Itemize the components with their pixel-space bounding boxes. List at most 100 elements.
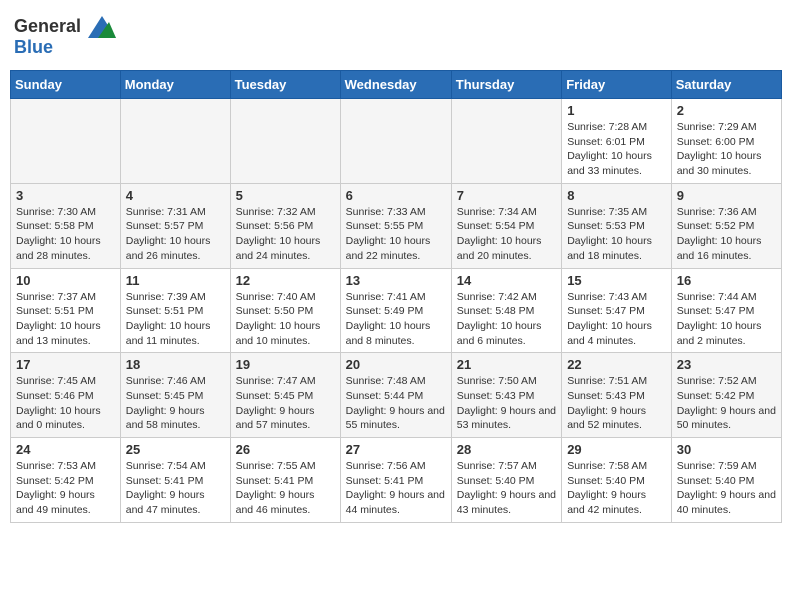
day-number: 19 <box>236 357 335 372</box>
day-number: 16 <box>677 273 776 288</box>
day-number: 3 <box>16 188 115 203</box>
day-info: Sunrise: 7:47 AM Sunset: 5:45 PM Dayligh… <box>236 374 335 433</box>
page-header: General Blue <box>10 10 782 62</box>
calendar-cell: 8 Sunrise: 7:35 AM Sunset: 5:53 PM Daylig… <box>562 183 672 268</box>
day-number: 24 <box>16 442 115 457</box>
calendar-cell: 6 Sunrise: 7:33 AM Sunset: 5:55 PM Daylig… <box>340 183 451 268</box>
calendar-cell: 20 Sunrise: 7:48 AM Sunset: 5:44 PM Dayli… <box>340 353 451 438</box>
day-number: 29 <box>567 442 666 457</box>
day-info: Sunrise: 7:42 AM Sunset: 5:48 PM Dayligh… <box>457 290 556 349</box>
calendar-week-row: 24Sunrise: 7:53 AM Sunset: 5:42 PM Dayli… <box>11 438 782 523</box>
day-info: Sunrise: 7:50 AM Sunset: 5:43 PM Dayligh… <box>457 374 556 433</box>
calendar-cell: 25 Sunrise: 7:54 AM Sunset: 5:41 PM Dayli… <box>120 438 230 523</box>
day-number: 12 <box>236 273 335 288</box>
day-info: Sunrise: 7:28 AM Sunset: 6:01 PM Dayligh… <box>567 120 666 179</box>
calendar-week-row: 3 Sunrise: 7:30 AM Sunset: 5:58 PM Daylig… <box>11 183 782 268</box>
weekday-header-tuesday: Tuesday <box>230 71 340 99</box>
calendar-cell: 3 Sunrise: 7:30 AM Sunset: 5:58 PM Daylig… <box>11 183 121 268</box>
weekday-header-friday: Friday <box>562 71 672 99</box>
calendar-table: SundayMondayTuesdayWednesdayThursdayFrid… <box>10 70 782 523</box>
day-info: Sunrise: 7:30 AM Sunset: 5:58 PM Dayligh… <box>16 205 115 264</box>
calendar-cell: 28 Sunrise: 7:57 AM Sunset: 5:40 PM Dayli… <box>451 438 561 523</box>
day-info: Sunrise: 7:29 AM Sunset: 6:00 PM Dayligh… <box>677 120 776 179</box>
day-number: 21 <box>457 357 556 372</box>
calendar-cell: 2 Sunrise: 7:29 AM Sunset: 6:00 PM Daylig… <box>671 99 781 184</box>
day-info: Sunrise: 7:32 AM Sunset: 5:56 PM Dayligh… <box>236 205 335 264</box>
calendar-cell <box>451 99 561 184</box>
calendar-cell: 13 Sunrise: 7:41 AM Sunset: 5:49 PM Dayli… <box>340 268 451 353</box>
calendar-cell: 30 Sunrise: 7:59 AM Sunset: 5:40 PM Dayli… <box>671 438 781 523</box>
day-number: 5 <box>236 188 335 203</box>
day-info: Sunrise: 7:52 AM Sunset: 5:42 PM Dayligh… <box>677 374 776 433</box>
weekday-header-wednesday: Wednesday <box>340 71 451 99</box>
calendar-cell: 5 Sunrise: 7:32 AM Sunset: 5:56 PM Daylig… <box>230 183 340 268</box>
calendar-cell: 21 Sunrise: 7:50 AM Sunset: 5:43 PM Dayli… <box>451 353 561 438</box>
day-number: 7 <box>457 188 556 203</box>
day-info: Sunrise: 7:39 AM Sunset: 5:51 PM Dayligh… <box>126 290 225 349</box>
day-number: 8 <box>567 188 666 203</box>
calendar-cell: 23Sunrise: 7:52 AM Sunset: 5:42 PM Dayli… <box>671 353 781 438</box>
weekday-header-monday: Monday <box>120 71 230 99</box>
day-number: 15 <box>567 273 666 288</box>
calendar-cell: 26 Sunrise: 7:55 AM Sunset: 5:41 PM Dayli… <box>230 438 340 523</box>
day-info: Sunrise: 7:59 AM Sunset: 5:40 PM Dayligh… <box>677 459 776 518</box>
day-number: 22 <box>567 357 666 372</box>
day-number: 17 <box>16 357 115 372</box>
day-number: 10 <box>16 273 115 288</box>
day-number: 13 <box>346 273 446 288</box>
calendar-cell: 19 Sunrise: 7:47 AM Sunset: 5:45 PM Dayli… <box>230 353 340 438</box>
day-info: Sunrise: 7:57 AM Sunset: 5:40 PM Dayligh… <box>457 459 556 518</box>
day-info: Sunrise: 7:36 AM Sunset: 5:52 PM Dayligh… <box>677 205 776 264</box>
day-number: 26 <box>236 442 335 457</box>
day-number: 20 <box>346 357 446 372</box>
calendar-cell: 11 Sunrise: 7:39 AM Sunset: 5:51 PM Dayli… <box>120 268 230 353</box>
calendar-cell: 4 Sunrise: 7:31 AM Sunset: 5:57 PM Daylig… <box>120 183 230 268</box>
day-number: 11 <box>126 273 225 288</box>
calendar-cell <box>11 99 121 184</box>
day-info: Sunrise: 7:35 AM Sunset: 5:53 PM Dayligh… <box>567 205 666 264</box>
day-number: 30 <box>677 442 776 457</box>
logo: General Blue <box>14 16 116 56</box>
calendar-cell <box>120 99 230 184</box>
day-info: Sunrise: 7:31 AM Sunset: 5:57 PM Dayligh… <box>126 205 225 264</box>
calendar-cell: 17 Sunrise: 7:45 AM Sunset: 5:46 PM Dayli… <box>11 353 121 438</box>
day-number: 27 <box>346 442 446 457</box>
calendar-cell: 15Sunrise: 7:43 AM Sunset: 5:47 PM Dayli… <box>562 268 672 353</box>
day-info: Sunrise: 7:58 AM Sunset: 5:40 PM Dayligh… <box>567 459 666 518</box>
day-number: 2 <box>677 103 776 118</box>
day-number: 4 <box>126 188 225 203</box>
weekday-header-thursday: Thursday <box>451 71 561 99</box>
calendar-cell: 16 Sunrise: 7:44 AM Sunset: 5:47 PM Dayli… <box>671 268 781 353</box>
calendar-cell: 12 Sunrise: 7:40 AM Sunset: 5:50 PM Dayli… <box>230 268 340 353</box>
day-info: Sunrise: 7:44 AM Sunset: 5:47 PM Dayligh… <box>677 290 776 349</box>
weekday-header-sunday: Sunday <box>11 71 121 99</box>
day-number: 6 <box>346 188 446 203</box>
day-number: 28 <box>457 442 556 457</box>
day-number: 14 <box>457 273 556 288</box>
day-info: Sunrise: 7:51 AM Sunset: 5:43 PM Dayligh… <box>567 374 666 433</box>
calendar-cell: 22 Sunrise: 7:51 AM Sunset: 5:43 PM Dayli… <box>562 353 672 438</box>
day-info: Sunrise: 7:48 AM Sunset: 5:44 PM Dayligh… <box>346 374 446 433</box>
day-info: Sunrise: 7:33 AM Sunset: 5:55 PM Dayligh… <box>346 205 446 264</box>
day-number: 1 <box>567 103 666 118</box>
calendar-cell <box>340 99 451 184</box>
day-number: 9 <box>677 188 776 203</box>
calendar-cell: 29 Sunrise: 7:58 AM Sunset: 5:40 PM Dayli… <box>562 438 672 523</box>
day-info: Sunrise: 7:45 AM Sunset: 5:46 PM Dayligh… <box>16 374 115 433</box>
day-number: 25 <box>126 442 225 457</box>
calendar-cell: 14 Sunrise: 7:42 AM Sunset: 5:48 PM Dayli… <box>451 268 561 353</box>
day-info: Sunrise: 7:55 AM Sunset: 5:41 PM Dayligh… <box>236 459 335 518</box>
day-info: Sunrise: 7:37 AM Sunset: 5:51 PM Dayligh… <box>16 290 115 349</box>
day-info: Sunrise: 7:40 AM Sunset: 5:50 PM Dayligh… <box>236 290 335 349</box>
day-info: Sunrise: 7:41 AM Sunset: 5:49 PM Dayligh… <box>346 290 446 349</box>
day-info: Sunrise: 7:46 AM Sunset: 5:45 PM Dayligh… <box>126 374 225 433</box>
calendar-cell: 27Sunrise: 7:56 AM Sunset: 5:41 PM Dayli… <box>340 438 451 523</box>
calendar-cell <box>230 99 340 184</box>
weekday-header-saturday: Saturday <box>671 71 781 99</box>
day-number: 18 <box>126 357 225 372</box>
weekday-header-row: SundayMondayTuesdayWednesdayThursdayFrid… <box>11 71 782 99</box>
logo-triangle-icon <box>88 16 116 38</box>
logo-blue: Blue <box>14 38 116 56</box>
day-info: Sunrise: 7:54 AM Sunset: 5:41 PM Dayligh… <box>126 459 225 518</box>
calendar-cell: 18 Sunrise: 7:46 AM Sunset: 5:45 PM Dayli… <box>120 353 230 438</box>
